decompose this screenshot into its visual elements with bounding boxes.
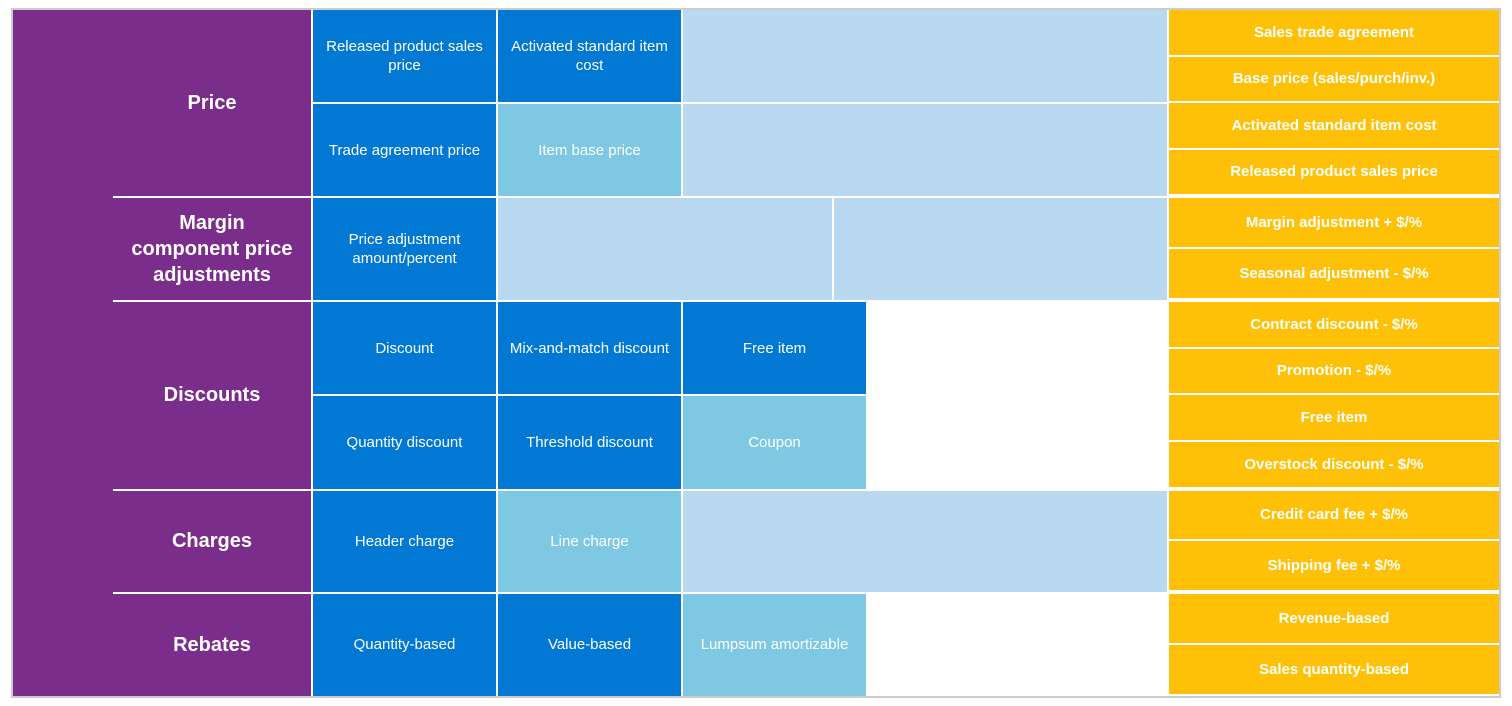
cell-discounts-0-0: Discount (313, 302, 498, 394)
category-label-margin: Margin component price adjustments (125, 210, 299, 288)
cell-margin-0-2 (834, 198, 1170, 300)
right-item-discounts-0: Contract discount - $/% (1169, 302, 1499, 349)
right-group-charges: Credit card fee + $/%Shipping fee + $/% (1169, 491, 1499, 593)
main-content: PriceReleased product sales priceActivat… (113, 10, 1499, 696)
category-charges: Charges (113, 491, 313, 593)
cell-rebates-0-2: Lumpsum amortizable (683, 594, 868, 696)
mid-row-margin-0: Price adjustment amount/percent (313, 198, 1169, 300)
mid-row-charges-0: Header chargeLine charge (313, 491, 1169, 593)
cell-charges-0-2 (683, 491, 1169, 593)
right-group-margin: Margin adjustment + $/%Seasonal adjustme… (1169, 198, 1499, 300)
row-discounts: DiscountsDiscountMix-and-match discountF… (113, 302, 1499, 490)
cell-charges-0-1: Line charge (498, 491, 683, 593)
cell-rebates-0-1: Value-based (498, 594, 683, 696)
right-item-price-1: Base price (sales/purch/inv.) (1169, 57, 1499, 104)
row-price: PriceReleased product sales priceActivat… (113, 10, 1499, 198)
category-label-price: Price (188, 90, 237, 116)
right-item-discounts-3: Overstock discount - $/% (1169, 442, 1499, 489)
category-margin: Margin component price adjustments (113, 198, 313, 300)
right-item-price-3: Released product sales price (1169, 150, 1499, 197)
right-item-price-0: Sales trade agreement (1169, 10, 1499, 57)
right-item-rebates-0: Revenue-based (1169, 594, 1499, 645)
category-label-rebates: Rebates (173, 632, 251, 658)
mid-area-margin: Price adjustment amount/percent (313, 198, 1169, 300)
right-group-rebates: Revenue-basedSales quantity-based (1169, 594, 1499, 696)
cell-rebates-0-0: Quantity-based (313, 594, 498, 696)
cell-margin-0-1 (498, 198, 834, 300)
category-rebates: Rebates (113, 594, 313, 696)
mid-row-price-1: Trade agreement priceItem base price (313, 102, 1169, 196)
mid-row-rebates-0: Quantity-basedValue-basedLumpsum amortiz… (313, 594, 1169, 696)
right-item-charges-0: Credit card fee + $/% (1169, 491, 1499, 542)
right-item-discounts-1: Promotion - $/% (1169, 349, 1499, 396)
cell-discounts-0-2: Free item (683, 302, 868, 394)
cell-margin-0-0: Price adjustment amount/percent (313, 198, 498, 300)
right-group-discounts: Contract discount - $/%Promotion - $/%Fr… (1169, 302, 1499, 488)
category-label-discounts: Discounts (164, 382, 261, 408)
right-group-price: Sales trade agreementBase price (sales/p… (1169, 10, 1499, 196)
mid-area-charges: Header chargeLine charge (313, 491, 1169, 593)
left-label (13, 10, 113, 696)
right-item-margin-0: Margin adjustment + $/% (1169, 198, 1499, 249)
mid-area-price: Released product sales priceActivated st… (313, 10, 1169, 196)
category-discounts: Discounts (113, 302, 313, 488)
cell-price-0-1: Activated standard item cost (498, 10, 683, 102)
row-margin: Margin component price adjustmentsPrice … (113, 198, 1499, 302)
row-rebates: Rebates Quantity-basedValue-basedLumpsum … (113, 594, 1499, 696)
right-item-margin-1: Seasonal adjustment - $/% (1169, 249, 1499, 300)
right-item-charges-1: Shipping fee + $/% (1169, 541, 1499, 592)
cell-price-0-2 (683, 10, 1169, 102)
right-item-rebates-1: Sales quantity-based (1169, 645, 1499, 696)
diagram: PriceReleased product sales priceActivat… (11, 8, 1501, 698)
cell-discounts-1-1: Threshold discount (498, 396, 683, 488)
cell-price-1-0: Trade agreement price (313, 104, 498, 196)
row-charges: ChargesHeader chargeLine chargeCredit ca… (113, 491, 1499, 595)
cell-charges-0-0: Header charge (313, 491, 498, 593)
mid-row-discounts-0: DiscountMix-and-match discountFree item (313, 302, 1169, 394)
cell-price-1-2 (683, 104, 1169, 196)
category-label-charges: Charges (172, 528, 252, 554)
cell-price-1-1: Item base price (498, 104, 683, 196)
right-item-discounts-2: Free item (1169, 395, 1499, 442)
mid-area-discounts: DiscountMix-and-match discountFree itemQ… (313, 302, 1169, 488)
mid-row-discounts-1: Quantity discountThreshold discountCoupo… (313, 394, 1169, 488)
cell-price-0-0: Released product sales price (313, 10, 498, 102)
category-price: Price (113, 10, 313, 196)
mid-area-rebates: Quantity-basedValue-basedLumpsum amortiz… (313, 594, 1169, 696)
mid-row-price-0: Released product sales priceActivated st… (313, 10, 1169, 102)
cell-discounts-1-2: Coupon (683, 396, 868, 488)
cell-discounts-1-0: Quantity discount (313, 396, 498, 488)
cell-discounts-0-1: Mix-and-match discount (498, 302, 683, 394)
right-item-price-2: Activated standard item cost (1169, 103, 1499, 150)
